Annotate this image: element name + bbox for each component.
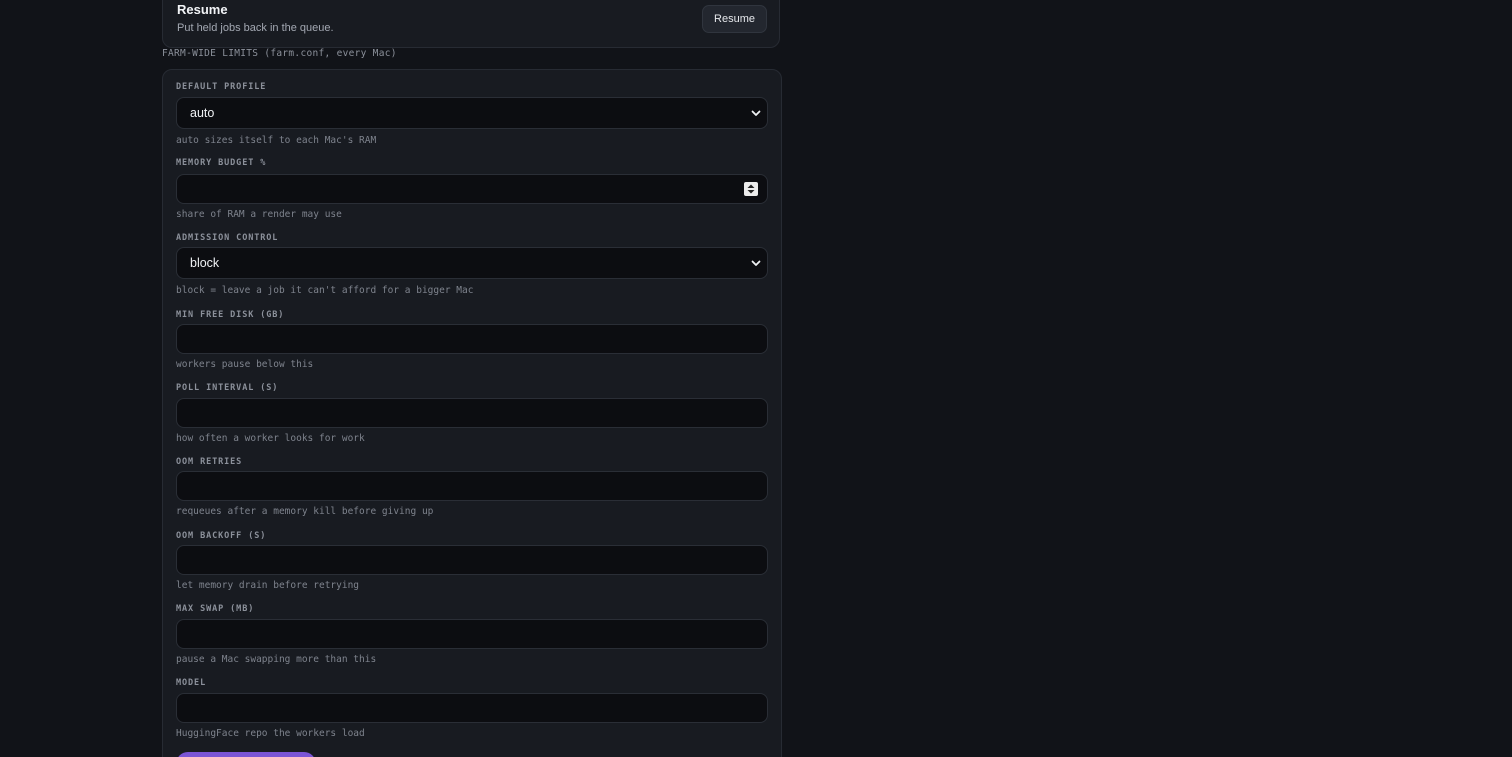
resume-description: Put held jobs back in the queue. [177,22,334,34]
admission-control-label: ADMISSION CONTROL [176,233,279,243]
min-free-disk-input[interactable] [176,324,768,354]
min-free-disk-label: MIN FREE DISK (GB) [176,310,285,320]
chevron-down-icon [751,260,761,266]
memory-budget-help: share of RAM a render may use [176,209,342,220]
max-swap-label: MAX SWAP (MB) [176,604,255,614]
model-help: HuggingFace repo the workers load [176,728,365,739]
min-free-disk-help: workers pause below this [176,359,314,370]
poll-interval-label: POLL INTERVAL (S) [176,383,279,393]
admission-control-value: block [190,256,220,270]
default-profile-value: auto [190,106,215,120]
resume-button[interactable]: Resume [702,5,767,33]
settings-page: Resume Put held jobs back in the queue. … [0,0,1512,757]
oom-retries-help: requeues after a memory kill before givi… [176,506,434,517]
admission-control-help: block = leave a job it can't afford for … [176,285,474,296]
oom-backoff-help: let memory drain before retrying [176,580,360,591]
default-profile-help: auto sizes itself to each Mac's RAM [176,135,377,146]
memory-budget-input[interactable] [176,174,768,204]
farm-limits-heading: FARM-WIDE LIMITS (farm.conf, every Mac) [162,48,397,59]
default-profile-select[interactable]: auto [176,97,768,129]
resume-action-card: Resume Put held jobs back in the queue. … [162,0,780,48]
stepper-icon[interactable] [744,182,758,196]
oom-retries-label: OOM RETRIES [176,457,243,467]
oom-backoff-input[interactable] [176,545,768,575]
model-input[interactable] [176,693,768,723]
poll-interval-input[interactable] [176,398,768,428]
model-label: MODEL [176,678,207,688]
save-button[interactable] [176,752,316,757]
resume-title: Resume [177,2,228,17]
oom-retries-input[interactable] [176,471,768,501]
max-swap-help: pause a Mac swapping more than this [176,654,377,665]
memory-budget-label: MEMORY BUDGET % [176,158,267,168]
default-profile-label: DEFAULT PROFILE [176,82,267,92]
oom-backoff-label: OOM BACKOFF (S) [176,531,267,541]
admission-control-select[interactable]: block [176,247,768,279]
chevron-down-icon [751,110,761,116]
poll-interval-help: how often a worker looks for work [176,433,365,444]
max-swap-input[interactable] [176,619,768,649]
